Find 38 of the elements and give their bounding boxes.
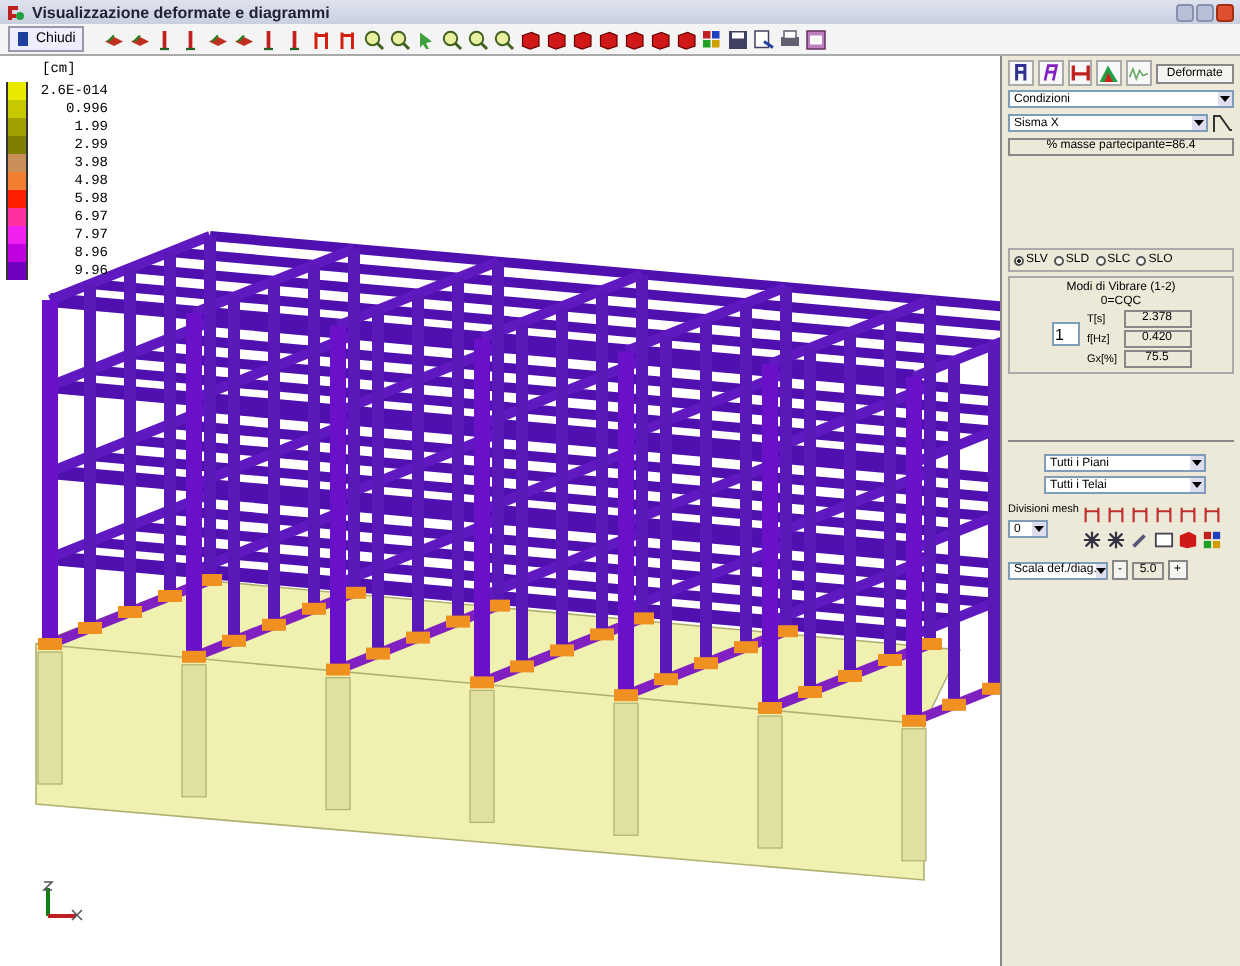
frame-icon[interactable]	[1106, 504, 1127, 524]
mountain-icon[interactable]	[1096, 60, 1122, 86]
pencil-icon[interactable]	[1130, 530, 1151, 550]
frame-icon[interactable]	[309, 27, 334, 51]
italic-icon[interactable]	[1037, 60, 1063, 86]
export-icon[interactable]	[751, 27, 776, 51]
save-icon[interactable]	[725, 27, 750, 51]
mode-spinner[interactable]: 1	[1051, 322, 1079, 346]
zoom-icon[interactable]	[465, 27, 490, 51]
caret-icon	[1220, 96, 1230, 102]
zoom-icon[interactable]	[387, 27, 412, 51]
axes-icon	[40, 876, 84, 924]
frame-icon[interactable]	[1178, 504, 1199, 524]
frame-icon[interactable]	[1130, 504, 1151, 524]
caret-icon	[1034, 526, 1044, 532]
letter-icon[interactable]	[1008, 60, 1034, 86]
caret-icon	[1192, 460, 1202, 466]
window-icon[interactable]	[803, 27, 828, 51]
close-button[interactable]	[1216, 3, 1234, 21]
wave-icon[interactable]	[1126, 60, 1152, 86]
beam-icon[interactable]	[1067, 60, 1093, 86]
caret-icon	[1194, 120, 1204, 126]
star-icon[interactable]	[1106, 530, 1127, 550]
zoom-icon[interactable]	[491, 27, 516, 51]
app-icon	[6, 3, 24, 21]
door-icon	[16, 30, 32, 48]
frame-icon[interactable]	[1154, 504, 1175, 524]
frame-icon[interactable]	[335, 27, 360, 51]
caret-icon	[1192, 482, 1202, 488]
print-icon[interactable]	[777, 27, 802, 51]
star-icon[interactable]	[1082, 530, 1103, 550]
window-title: Visualizzazione deformate e diagrammi	[32, 3, 330, 21]
color-grid-icon[interactable]	[1202, 530, 1223, 550]
frame-icon[interactable]	[1202, 504, 1223, 524]
zoom-icon[interactable]	[439, 27, 464, 51]
caret-icon	[1096, 567, 1107, 573]
frame-icon[interactable]	[1082, 504, 1103, 524]
zoom-icon[interactable]	[361, 27, 386, 51]
